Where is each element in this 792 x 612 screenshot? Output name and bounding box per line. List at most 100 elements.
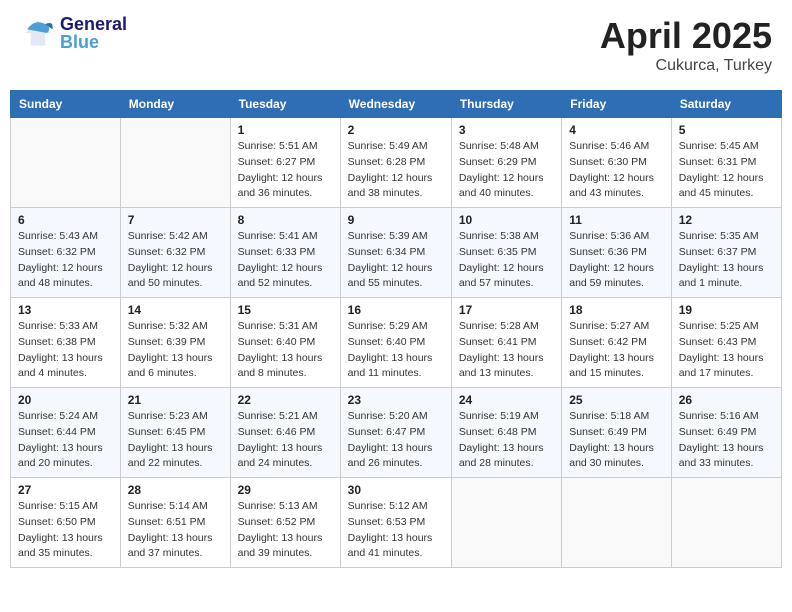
day-number: 25 (569, 393, 663, 407)
day-number: 29 (238, 483, 333, 497)
logo: General Blue (20, 15, 127, 51)
day-info: Sunrise: 5:19 AM Sunset: 6:48 PM Dayligh… (459, 409, 554, 472)
weekday-header-tuesday: Tuesday (230, 91, 340, 118)
day-number: 23 (348, 393, 444, 407)
day-number: 5 (679, 123, 774, 137)
day-info: Sunrise: 5:41 AM Sunset: 6:33 PM Dayligh… (238, 229, 333, 292)
calendar-cell: 6 Sunrise: 5:43 AM Sunset: 6:32 PM Daylig… (11, 208, 121, 298)
calendar-cell: 30Sunrise: 5:12 AM Sunset: 6:53 PM Dayli… (340, 478, 451, 568)
day-number: 1 (238, 123, 333, 137)
day-info: Sunrise: 5:16 AM Sunset: 6:49 PM Dayligh… (679, 409, 774, 472)
calendar-cell: 28Sunrise: 5:14 AM Sunset: 6:51 PM Dayli… (120, 478, 230, 568)
weekday-header-wednesday: Wednesday (340, 91, 451, 118)
day-number: 11 (569, 213, 663, 227)
calendar-cell: 14 Sunrise: 5:32 AM Sunset: 6:39 PM Dayli… (120, 298, 230, 388)
day-number: 21 (128, 393, 223, 407)
day-number: 18 (569, 303, 663, 317)
day-info: Sunrise: 5:23 AM Sunset: 6:45 PM Dayligh… (128, 409, 223, 472)
day-info: Sunrise: 5:29 AM Sunset: 6:40 PM Dayligh… (348, 319, 444, 382)
calendar-table: SundayMondayTuesdayWednesdayThursdayFrid… (10, 90, 782, 568)
calendar-cell: 17 Sunrise: 5:28 AM Sunset: 6:41 PM Dayli… (451, 298, 561, 388)
title-block: April 2025 Cukurca, Turkey (600, 15, 772, 75)
logo-blue: Blue (60, 33, 127, 51)
day-number: 14 (128, 303, 223, 317)
day-info: Sunrise: 5:32 AM Sunset: 6:39 PM Dayligh… (128, 319, 223, 382)
calendar-cell: 1Sunrise: 5:51 AM Sunset: 6:27 PM Daylig… (230, 118, 340, 208)
calendar-cell: 10Sunrise: 5:38 AM Sunset: 6:35 PM Dayli… (451, 208, 561, 298)
day-info: Sunrise: 5:20 AM Sunset: 6:47 PM Dayligh… (348, 409, 444, 472)
day-number: 8 (238, 213, 333, 227)
day-number: 7 (128, 213, 223, 227)
calendar-cell (562, 478, 671, 568)
week-row-2: 13Sunrise: 5:33 AM Sunset: 6:38 PM Dayli… (11, 298, 782, 388)
calendar-cell: 19Sunrise: 5:25 AM Sunset: 6:43 PM Dayli… (671, 298, 781, 388)
day-number: 9 (348, 213, 444, 227)
day-number: 26 (679, 393, 774, 407)
day-info: Sunrise: 5:27 AM Sunset: 6:42 PM Dayligh… (569, 319, 663, 382)
logo-text: General Blue (60, 15, 127, 51)
calendar-cell: 16 Sunrise: 5:29 AM Sunset: 6:40 PM Dayli… (340, 298, 451, 388)
day-info: Sunrise: 5:36 AM Sunset: 6:36 PM Dayligh… (569, 229, 663, 292)
day-info: Sunrise: 5:45 AM Sunset: 6:31 PM Dayligh… (679, 139, 774, 202)
calendar-cell: 24Sunrise: 5:19 AM Sunset: 6:48 PM Dayli… (451, 388, 561, 478)
day-info: Sunrise: 5:25 AM Sunset: 6:43 PM Dayligh… (679, 319, 774, 382)
calendar-cell (120, 118, 230, 208)
month-title: April 2025 (600, 15, 772, 57)
calendar-cell: 4 Sunrise: 5:46 AM Sunset: 6:30 PM Daylig… (562, 118, 671, 208)
day-number: 28 (128, 483, 223, 497)
calendar-cell: 2 Sunrise: 5:49 AM Sunset: 6:28 PM Daylig… (340, 118, 451, 208)
calendar-cell: 9 Sunrise: 5:39 AM Sunset: 6:34 PM Daylig… (340, 208, 451, 298)
calendar-cell: 12 Sunrise: 5:35 AM Sunset: 6:37 PM Dayli… (671, 208, 781, 298)
day-info: Sunrise: 5:21 AM Sunset: 6:46 PM Dayligh… (238, 409, 333, 472)
day-info: Sunrise: 5:31 AM Sunset: 6:40 PM Dayligh… (238, 319, 333, 382)
day-info: Sunrise: 5:24 AM Sunset: 6:44 PM Dayligh… (18, 409, 113, 472)
weekday-header-monday: Monday (120, 91, 230, 118)
page-header: General Blue April 2025 Cukurca, Turkey (10, 10, 782, 80)
calendar-cell: 18 Sunrise: 5:27 AM Sunset: 6:42 PM Dayli… (562, 298, 671, 388)
day-number: 2 (348, 123, 444, 137)
calendar-cell: 15Sunrise: 5:31 AM Sunset: 6:40 PM Dayli… (230, 298, 340, 388)
week-row-4: 27Sunrise: 5:15 AM Sunset: 6:50 PM Dayli… (11, 478, 782, 568)
day-number: 17 (459, 303, 554, 317)
day-info: Sunrise: 5:39 AM Sunset: 6:34 PM Dayligh… (348, 229, 444, 292)
calendar-cell: 3Sunrise: 5:48 AM Sunset: 6:29 PM Daylig… (451, 118, 561, 208)
day-info: Sunrise: 5:18 AM Sunset: 6:49 PM Dayligh… (569, 409, 663, 472)
day-number: 22 (238, 393, 333, 407)
day-info: Sunrise: 5:12 AM Sunset: 6:53 PM Dayligh… (348, 499, 444, 562)
day-info: Sunrise: 5:49 AM Sunset: 6:28 PM Dayligh… (348, 139, 444, 202)
week-row-1: 6 Sunrise: 5:43 AM Sunset: 6:32 PM Daylig… (11, 208, 782, 298)
day-info: Sunrise: 5:28 AM Sunset: 6:41 PM Dayligh… (459, 319, 554, 382)
weekday-header-sunday: Sunday (11, 91, 121, 118)
weekday-header-friday: Friday (562, 91, 671, 118)
day-info: Sunrise: 5:48 AM Sunset: 6:29 PM Dayligh… (459, 139, 554, 202)
calendar-cell: 26 Sunrise: 5:16 AM Sunset: 6:49 PM Dayli… (671, 388, 781, 478)
day-number: 4 (569, 123, 663, 137)
day-info: Sunrise: 5:33 AM Sunset: 6:38 PM Dayligh… (18, 319, 113, 382)
weekday-header-thursday: Thursday (451, 91, 561, 118)
day-info: Sunrise: 5:46 AM Sunset: 6:30 PM Dayligh… (569, 139, 663, 202)
calendar-cell: 22 Sunrise: 5:21 AM Sunset: 6:46 PM Dayli… (230, 388, 340, 478)
day-number: 12 (679, 213, 774, 227)
day-number: 6 (18, 213, 113, 227)
calendar-cell: 11 Sunrise: 5:36 AM Sunset: 6:36 PM Dayli… (562, 208, 671, 298)
calendar-cell: 20 Sunrise: 5:24 AM Sunset: 6:44 PM Dayli… (11, 388, 121, 478)
day-info: Sunrise: 5:42 AM Sunset: 6:32 PM Dayligh… (128, 229, 223, 292)
day-info: Sunrise: 5:38 AM Sunset: 6:35 PM Dayligh… (459, 229, 554, 292)
calendar-cell: 23 Sunrise: 5:20 AM Sunset: 6:47 PM Dayli… (340, 388, 451, 478)
day-info: Sunrise: 5:35 AM Sunset: 6:37 PM Dayligh… (679, 229, 774, 292)
day-number: 20 (18, 393, 113, 407)
day-number: 27 (18, 483, 113, 497)
calendar-cell: 25 Sunrise: 5:18 AM Sunset: 6:49 PM Dayli… (562, 388, 671, 478)
weekday-header-row: SundayMondayTuesdayWednesdayThursdayFrid… (11, 91, 782, 118)
location: Cukurca, Turkey (600, 57, 772, 75)
weekday-header-saturday: Saturday (671, 91, 781, 118)
day-info: Sunrise: 5:43 AM Sunset: 6:32 PM Dayligh… (18, 229, 113, 292)
calendar-cell: 8 Sunrise: 5:41 AM Sunset: 6:33 PM Daylig… (230, 208, 340, 298)
logo-icon (20, 15, 56, 51)
calendar-cell: 7 Sunrise: 5:42 AM Sunset: 6:32 PM Daylig… (120, 208, 230, 298)
logo-general: General (60, 15, 127, 33)
day-number: 16 (348, 303, 444, 317)
calendar-cell: 29Sunrise: 5:13 AM Sunset: 6:52 PM Dayli… (230, 478, 340, 568)
week-row-3: 20 Sunrise: 5:24 AM Sunset: 6:44 PM Dayli… (11, 388, 782, 478)
calendar-cell (11, 118, 121, 208)
